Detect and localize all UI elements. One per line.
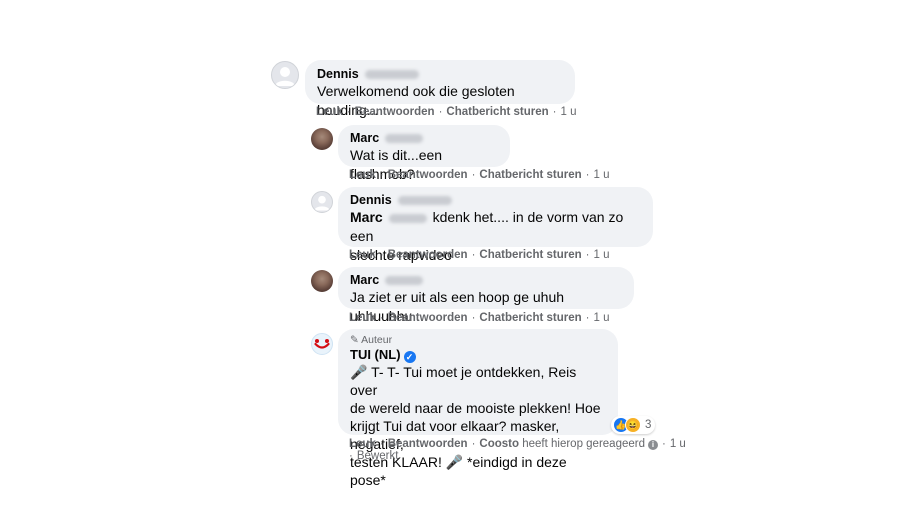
comment-author[interactable]: Marc <box>350 272 622 288</box>
comment-time[interactable]: 1 u <box>670 438 686 450</box>
posted-by-suffix: heeft hierop gereageerd <box>522 438 645 450</box>
reaction-count: 3 <box>645 419 652 431</box>
comment-actions: Leuk · Beantwoorden · Chatbericht sturen · 1 u <box>349 169 610 181</box>
like-link[interactable]: Leuk <box>349 312 376 324</box>
default-avatar-icon <box>314 195 330 211</box>
like-link[interactable]: Leuk <box>349 169 376 181</box>
default-avatar-icon <box>275 67 295 86</box>
blurred-surname <box>388 213 427 223</box>
send-message-link[interactable]: Chatbericht sturen <box>479 312 581 324</box>
comment-time[interactable]: 1 u <box>594 249 610 261</box>
haha-reaction-icon: 😆 <box>625 417 641 433</box>
comment-author[interactable]: Dennis <box>317 66 563 82</box>
verified-check-icon: ✓ <box>403 351 416 363</box>
reply-link[interactable]: Beantwoorden <box>388 249 468 261</box>
tui-logo-icon <box>314 339 330 349</box>
info-icon[interactable]: i <box>647 440 658 450</box>
send-message-link[interactable]: Chatbericht sturen <box>446 106 548 118</box>
comment-bubble: Marc Ja ziet er uit als een hoop ge uhuh… <box>338 267 634 324</box>
send-message-link[interactable]: Chatbericht sturen <box>479 169 581 181</box>
avatar[interactable] <box>311 128 333 150</box>
comment-author[interactable]: TUI (NL) ✓ <box>350 347 606 363</box>
reply-link[interactable]: Beantwoorden <box>388 312 468 324</box>
send-message-link[interactable]: Chatbericht sturen <box>479 249 581 261</box>
author-tag: ✎ Auteur <box>350 334 393 346</box>
comment-actions: Leuk · Beantwoorden · Chatbericht sturen · 1 u <box>316 106 577 118</box>
comment-bubble: Dennis Verwelkomend ook die gesloten hou… <box>305 60 575 118</box>
avatar[interactable] <box>271 61 299 89</box>
avatar[interactable] <box>311 270 333 292</box>
posted-by-link[interactable]: Coosto <box>479 438 519 450</box>
like-link[interactable]: Leuk <box>349 438 376 450</box>
like-link[interactable]: Leuk <box>349 249 376 261</box>
comment-time[interactable]: 1 u <box>594 169 610 181</box>
comment-actions: Leuk · Beantwoorden · Chatbericht sturen · 1 u <box>349 249 610 261</box>
comment-time[interactable]: 1 u <box>561 106 577 118</box>
comment-time[interactable]: 1 u <box>594 312 610 324</box>
mention-link[interactable]: Marc <box>350 209 429 225</box>
reply-link[interactable]: Beantwoorden <box>355 106 435 118</box>
edited-label: · Bewerkt <box>349 450 399 462</box>
comment-actions: Leuk · Beantwoorden · Chatbericht sturen · 1 u <box>349 312 610 324</box>
like-link[interactable]: Leuk <box>316 106 343 118</box>
reply-link[interactable]: Beantwoorden <box>388 169 468 181</box>
pencil-icon: ✎ <box>350 334 359 346</box>
comment-author[interactable]: Marc <box>350 130 498 146</box>
blurred-surname <box>364 70 419 80</box>
blurred-surname <box>397 196 452 206</box>
avatar[interactable] <box>311 191 333 213</box>
blurred-surname <box>385 276 424 286</box>
blurred-surname <box>385 134 424 144</box>
comment-bubble: Marc Wat is dit...een flashmob? <box>338 125 510 182</box>
comment-text: 🎤 T- T- Tui moet je ontdekken, Reis over… <box>350 364 601 488</box>
comment-bubble: Dennis Marc kdenk het.... in de vorm van… <box>338 187 653 263</box>
comment-bubble: ✎ Auteur TUI (NL) ✓ 🎤 T- T- Tui moet je o… <box>338 329 618 488</box>
avatar[interactable] <box>311 333 333 355</box>
comment-author[interactable]: Dennis <box>350 192 641 208</box>
reply-link[interactable]: Beantwoorden <box>388 438 468 450</box>
comment-actions: Leuk · Beantwoorden · Coosto heeft hierop ge… <box>349 438 686 450</box>
reaction-badge[interactable]: 👍 😆 3 <box>611 416 656 434</box>
